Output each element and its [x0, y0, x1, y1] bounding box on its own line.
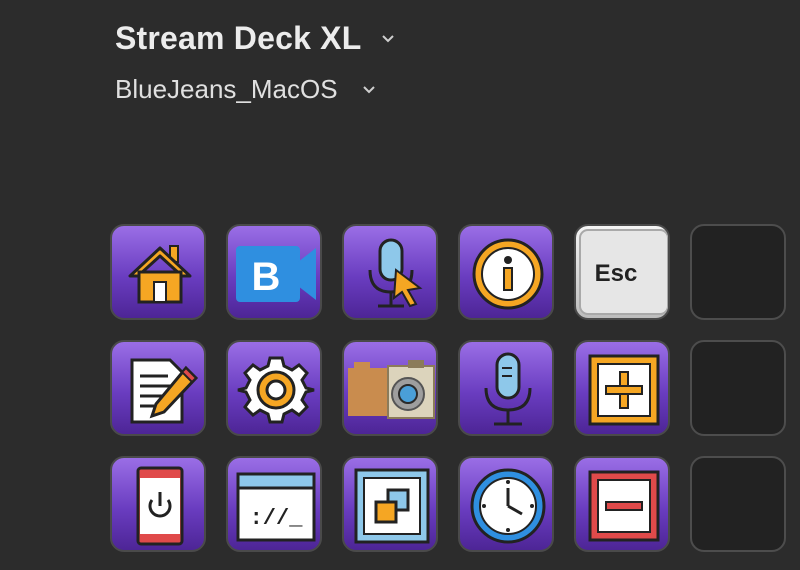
bluejeans-logo-icon: B [236, 246, 316, 302]
profile-selector[interactable]: BlueJeans_MacOS [115, 74, 378, 105]
device-name: Stream Deck XL [115, 20, 362, 56]
svg-text:B: B [252, 255, 281, 299]
key-mic-cursor[interactable] [342, 224, 438, 320]
key-home[interactable] [110, 224, 206, 320]
key-empty-2[interactable] [690, 340, 786, 436]
document-pencil-icon [130, 358, 199, 424]
key-layers[interactable] [342, 456, 438, 552]
chevron-down-icon[interactable] [379, 30, 397, 48]
key-add[interactable] [574, 340, 670, 436]
key-remove[interactable] [574, 456, 670, 552]
key-phone-power[interactable] [110, 456, 206, 552]
esc-key-icon: Esc [579, 229, 668, 315]
home-icon [128, 245, 192, 304]
key-bluejeans[interactable]: B [226, 224, 322, 320]
clock-icon [470, 468, 546, 544]
key-esc[interactable]: Esc [574, 224, 670, 320]
camera-icon [348, 360, 435, 419]
key-clock[interactable] [458, 456, 554, 552]
gear-icon [237, 356, 315, 424]
chevron-down-icon[interactable] [360, 81, 378, 99]
esc-label: Esc [595, 260, 638, 287]
key-camera[interactable] [342, 340, 438, 436]
minus-box-icon [588, 470, 660, 542]
microphone-icon [484, 352, 532, 426]
layers-square-icon [354, 468, 430, 544]
info-icon [472, 238, 544, 310]
key-empty-3[interactable] [690, 456, 786, 552]
key-terminal[interactable]: ://_ [226, 456, 322, 552]
key-settings[interactable] [226, 340, 322, 436]
terminal-window-icon: ://_ [236, 472, 316, 542]
key-empty-1[interactable] [690, 224, 786, 320]
device-selector[interactable]: Stream Deck XL [115, 20, 397, 57]
plus-box-icon [588, 354, 660, 426]
key-document-edit[interactable] [110, 340, 206, 436]
key-microphone[interactable] [458, 340, 554, 436]
microphone-cursor-icon [368, 238, 423, 308]
terminal-label: ://_ [250, 506, 304, 531]
phone-power-icon [136, 466, 184, 546]
profile-name: BlueJeans_MacOS [115, 74, 338, 104]
key-info[interactable] [458, 224, 554, 320]
